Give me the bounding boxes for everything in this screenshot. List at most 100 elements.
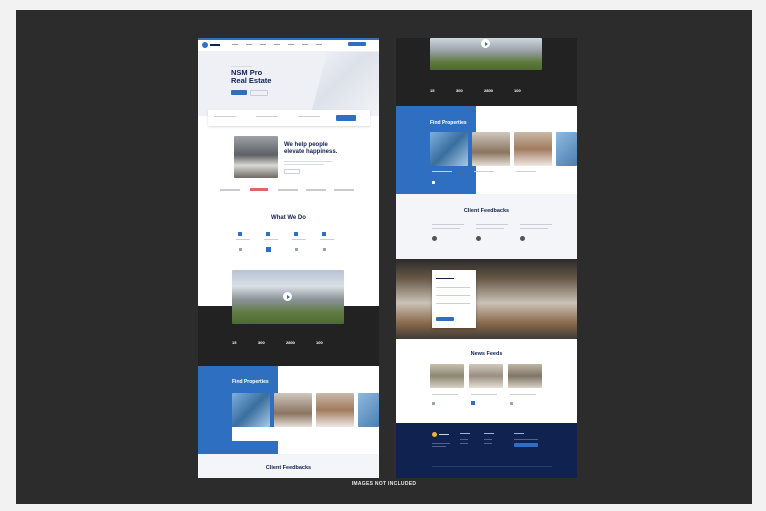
news-read-more-icon[interactable] <box>510 402 513 405</box>
testimonial-text <box>432 228 460 229</box>
images-not-included-caption: IMAGES NOT INCLUDED <box>351 481 417 487</box>
footer-column-title <box>484 433 494 434</box>
newsletter-subscribe-button[interactable] <box>514 443 538 447</box>
property-card-image[interactable] <box>430 132 468 166</box>
about-heading-line-1: We help people <box>284 142 328 148</box>
news-feeds-title: News Feeds <box>470 351 503 357</box>
client-feedback-section <box>396 194 577 259</box>
news-card-text <box>510 394 536 395</box>
news-card-text <box>471 394 497 395</box>
service-text <box>320 239 334 240</box>
nav-cta-button[interactable] <box>348 42 366 46</box>
property-card-image[interactable] <box>358 393 379 427</box>
search-field-price[interactable] <box>298 116 320 117</box>
testimonial-text <box>476 228 504 229</box>
testimonial-text <box>476 224 508 225</box>
contact-submit-button[interactable] <box>436 317 454 321</box>
contact-form-field[interactable] <box>436 295 470 296</box>
property-card-image[interactable] <box>274 393 312 427</box>
partner-logo <box>306 189 326 191</box>
property-card-image[interactable] <box>316 393 354 427</box>
news-card-text <box>432 394 458 395</box>
about-text <box>284 164 324 165</box>
avatar <box>476 236 481 241</box>
stat-value: 2800 <box>286 340 295 345</box>
avatar <box>520 236 525 241</box>
client-feedbacks-title: Client Feedbacks <box>463 208 510 214</box>
stat-value: 300 <box>456 88 463 93</box>
service-text <box>236 239 250 240</box>
hero-secondary-button[interactable] <box>250 90 268 96</box>
partner-logo <box>334 189 354 191</box>
about-text <box>284 161 332 162</box>
partner-logo <box>220 189 240 191</box>
footer-column-title <box>460 433 470 434</box>
partner-logo <box>250 188 268 191</box>
service-arrow-icon[interactable] <box>295 248 298 251</box>
avatar <box>432 236 437 241</box>
find-properties-title: Find Properties <box>232 379 269 385</box>
search-field-type[interactable] <box>256 116 278 117</box>
search-field-location[interactable] <box>214 116 236 117</box>
find-properties-title: Find Properties <box>430 120 467 126</box>
footer-link[interactable] <box>484 439 492 440</box>
service-arrow-icon[interactable] <box>323 248 326 251</box>
footer-text <box>432 446 446 447</box>
property-card-image[interactable] <box>472 132 510 166</box>
service-text <box>264 239 278 240</box>
footer-link[interactable] <box>460 439 468 440</box>
footer-logo-wordmark <box>439 434 449 435</box>
carousel-dot[interactable] <box>432 181 435 184</box>
news-card-image[interactable] <box>469 364 503 388</box>
stat-value: 2800 <box>484 88 493 93</box>
testimonial-text <box>432 224 464 225</box>
news-read-more-icon[interactable] <box>471 401 475 405</box>
nav-menu[interactable] <box>232 44 322 45</box>
testimonial-text <box>520 228 548 229</box>
hero-title-line-2: Real Estate <box>231 76 272 85</box>
footer-divider <box>432 466 552 467</box>
search-button[interactable] <box>336 115 356 121</box>
service-icon <box>322 232 326 236</box>
footer-text <box>432 443 450 444</box>
news-card-image[interactable] <box>508 364 542 388</box>
presentation-backdrop: ――――――― NSM Pro Real Estate We help peop… <box>16 10 752 504</box>
logo-icon[interactable] <box>202 42 208 48</box>
contact-form-field[interactable] <box>436 303 470 304</box>
property-card-image[interactable] <box>232 393 270 427</box>
news-card-image[interactable] <box>430 364 464 388</box>
hero-primary-button[interactable] <box>231 90 247 95</box>
homepage-mockup-right: 15 300 2800 100 Find Properties Client F… <box>396 38 577 478</box>
service-icon <box>238 232 242 236</box>
property-card-text <box>474 171 494 172</box>
homepage-mockup-left: ――――――― NSM Pro Real Estate We help peop… <box>198 38 379 478</box>
play-icon[interactable] <box>481 39 490 48</box>
partner-logo <box>278 189 298 191</box>
service-icon <box>266 232 270 236</box>
footer-link[interactable] <box>460 443 468 444</box>
service-arrow-icon[interactable] <box>239 248 242 251</box>
footer-logo-icon[interactable] <box>432 432 437 437</box>
stat-value: 100 <box>316 340 323 345</box>
stat-value: 15 <box>430 88 435 93</box>
footer-link[interactable] <box>484 443 492 444</box>
stat-value: 15 <box>232 340 237 345</box>
interior-living-room-image <box>396 259 577 339</box>
contact-form-field[interactable] <box>436 287 470 288</box>
service-icon <box>294 232 298 236</box>
about-heading-line-2: elevate happiness. <box>284 149 338 155</box>
contact-form-title <box>436 278 454 279</box>
service-arrow-icon[interactable] <box>266 247 271 252</box>
play-icon[interactable] <box>283 292 292 301</box>
testimonial-text <box>520 224 552 225</box>
client-feedbacks-title-left: Client Feedbacks <box>265 465 312 471</box>
property-card-image[interactable] <box>514 132 552 166</box>
logo-wordmark <box>210 44 220 46</box>
property-card-image[interactable] <box>556 132 577 166</box>
property-card-text <box>516 171 536 172</box>
about-read-more-button[interactable] <box>284 169 300 174</box>
news-read-more-icon[interactable] <box>432 402 435 405</box>
newsletter-input[interactable] <box>514 439 538 440</box>
stat-value: 100 <box>514 88 521 93</box>
hero-title: NSM Pro Real Estate <box>231 69 271 85</box>
